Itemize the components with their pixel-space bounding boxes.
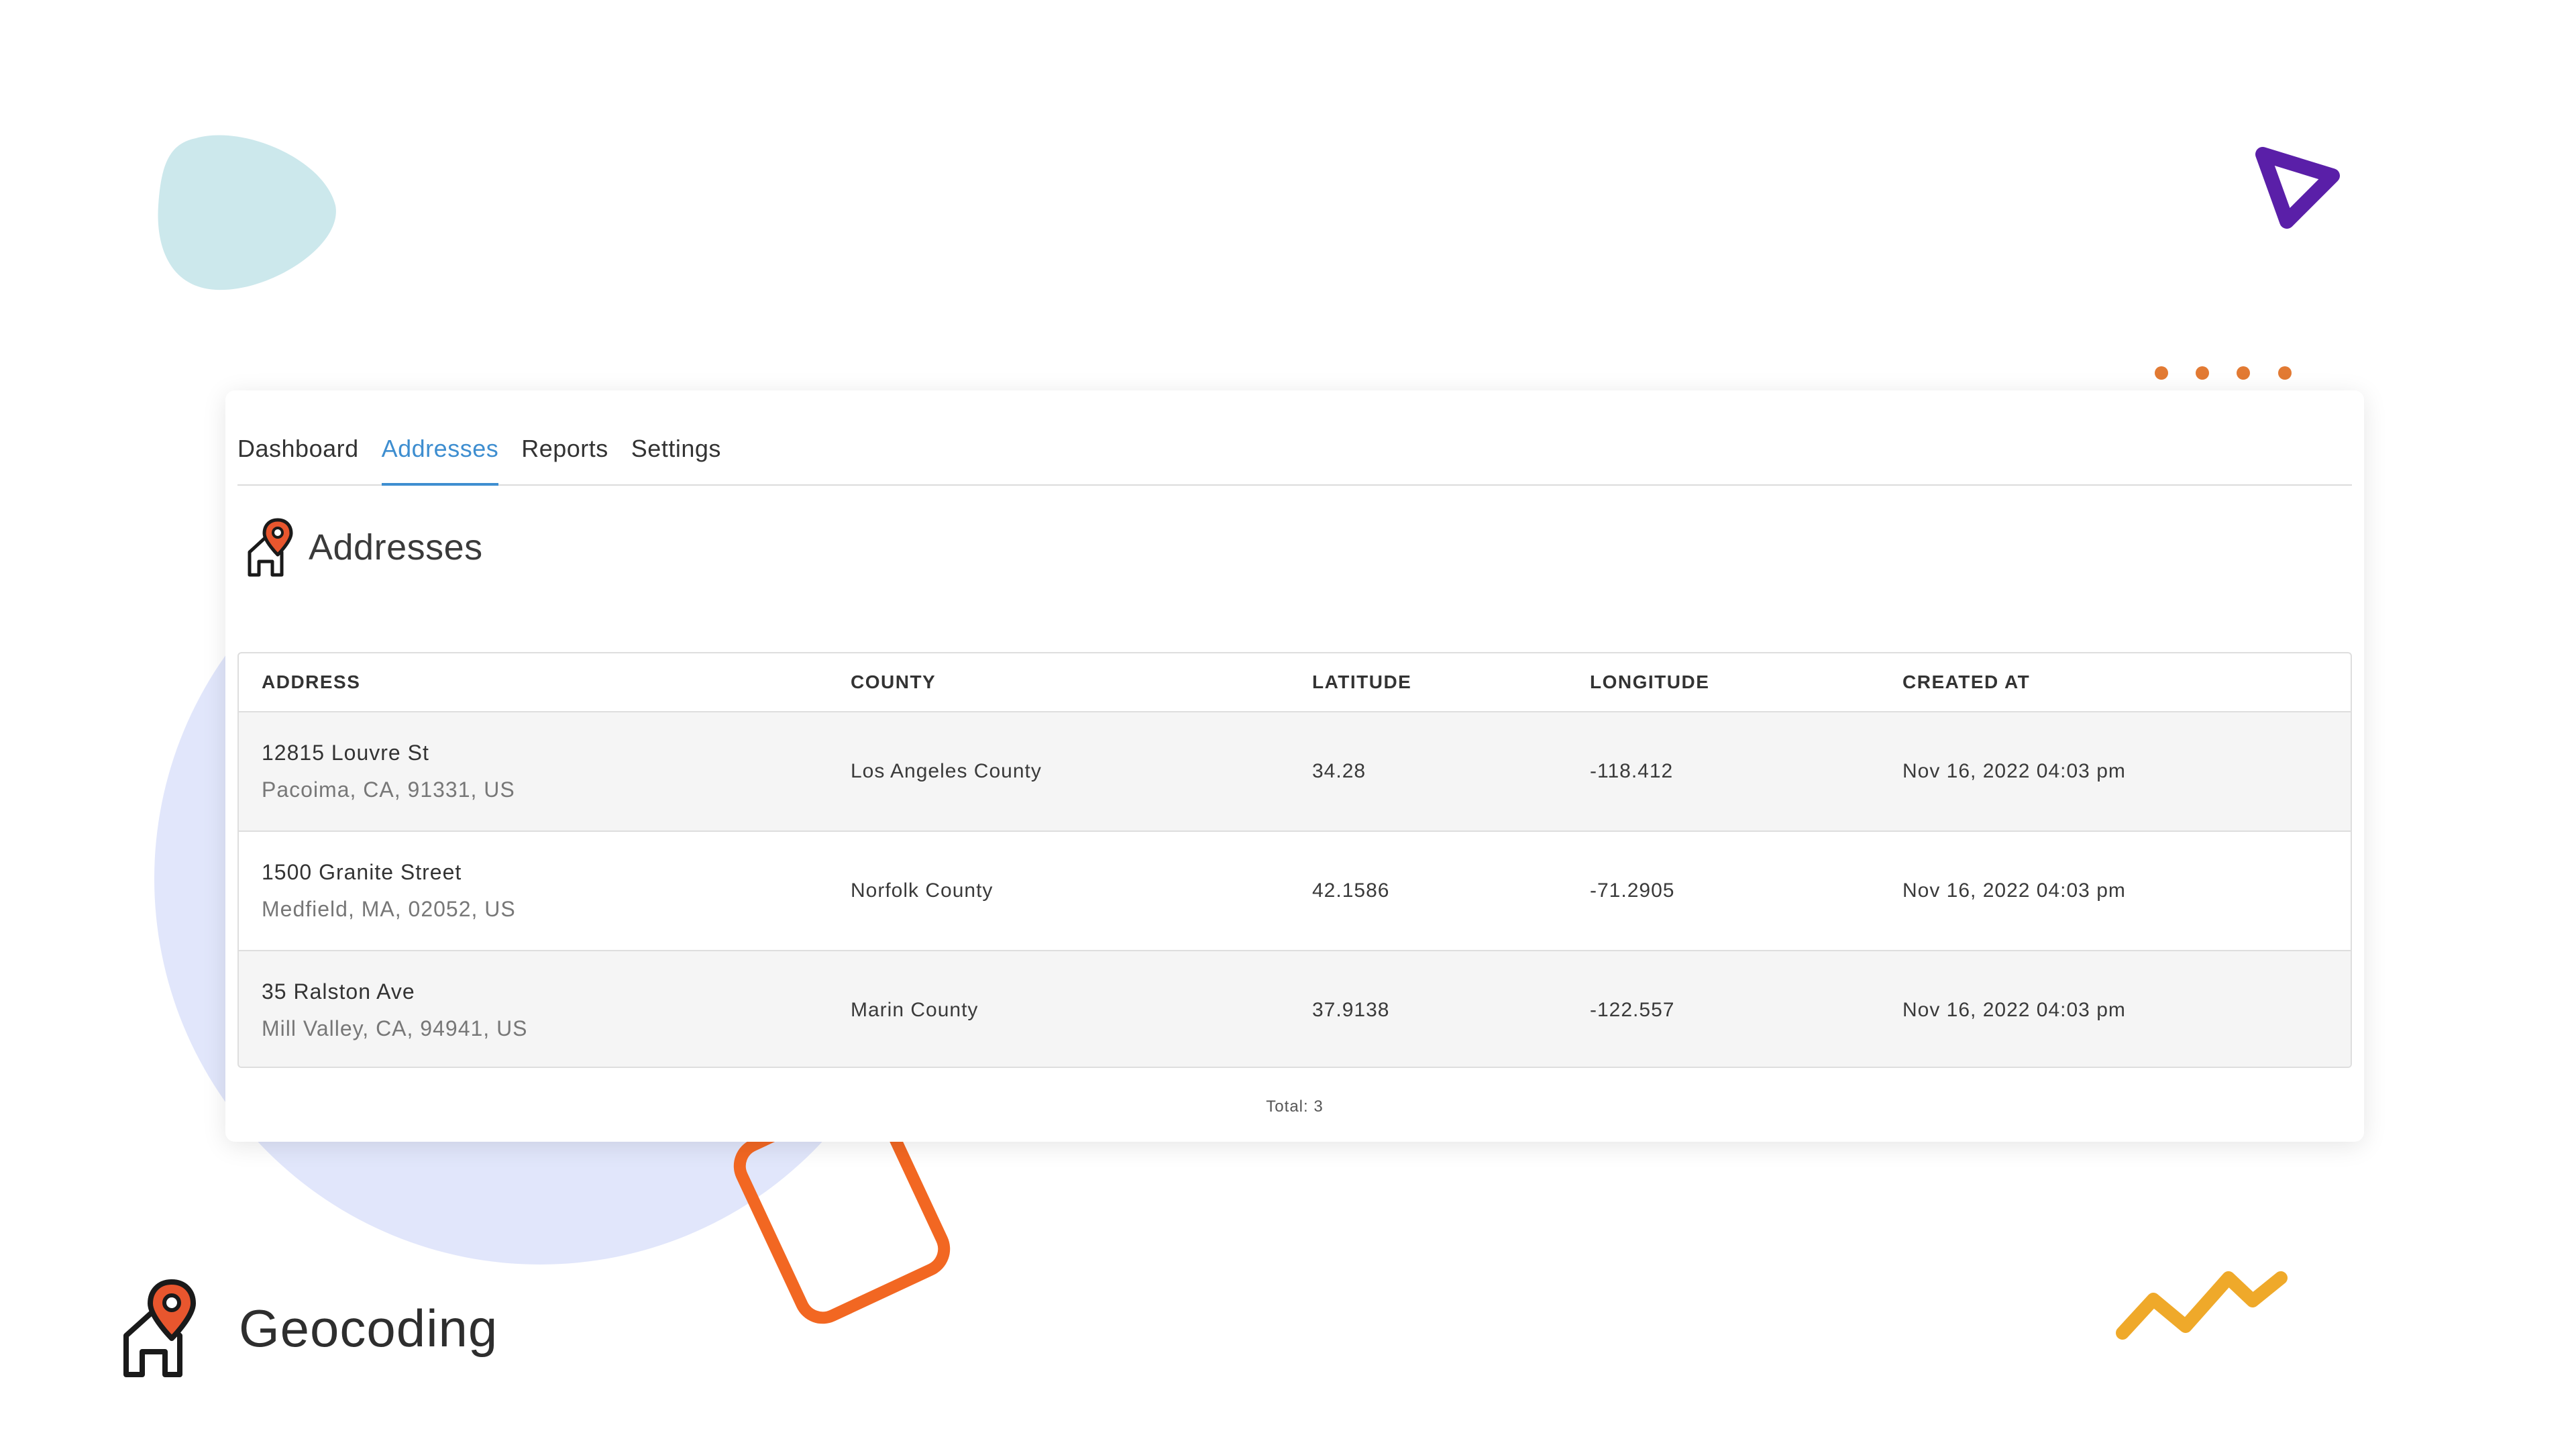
column-header-address[interactable]: ADDRESS [239,653,828,712]
cell-longitude: -71.2905 [1567,831,1880,951]
cell-latitude: 34.28 [1289,712,1567,832]
address-street: 35 Ralston Ave [262,979,415,1004]
cell-county: Marin County [828,951,1289,1067]
page-title: Addresses [309,527,483,568]
cell-latitude: 42.1586 [1289,831,1567,951]
address-locality: Mill Valley, CA, 94941, US [262,1016,528,1040]
cell-county: Los Angeles County [828,712,1289,832]
column-header-county[interactable]: COUNTY [828,653,1289,712]
cell-latitude: 37.9138 [1289,951,1567,1067]
tab-addresses[interactable]: Addresses [381,435,499,486]
cell-created-at: Nov 16, 2022 04:03 pm [1880,712,2351,832]
house-pin-icon [246,517,294,578]
cell-address: 35 Ralston Ave Mill Valley, CA, 94941, U… [239,951,828,1067]
teal-blob-decoration [158,135,336,290]
addresses-table: ADDRESS COUNTY LATITUDE LONGITUDE CREATE… [237,652,2352,1068]
address-street: 12815 Louvre St [262,741,429,765]
column-header-created-at[interactable]: CREATED AT [1880,653,2351,712]
address-locality: Pacoima, CA, 91331, US [262,777,515,802]
cell-county: Norfolk County [828,831,1289,951]
orange-dots-decoration [2155,366,2292,380]
address-street: 1500 Granite Street [262,860,462,884]
cell-created-at: Nov 16, 2022 04:03 pm [1880,951,2351,1067]
brand: Geocoding [121,1278,498,1379]
table-row[interactable]: 35 Ralston Ave Mill Valley, CA, 94941, U… [239,951,2351,1067]
purple-triangle-decoration [2255,147,2340,229]
table-header-row: ADDRESS COUNTY LATITUDE LONGITUDE CREATE… [239,653,2351,712]
column-header-latitude[interactable]: LATITUDE [1289,653,1567,712]
cell-longitude: -118.412 [1567,712,1880,832]
yellow-zigzag-decoration [2116,1271,2288,1340]
table-row[interactable]: 1500 Granite Street Medfield, MA, 02052,… [239,831,2351,951]
cell-address: 1500 Granite Street Medfield, MA, 02052,… [239,831,828,951]
nav-tabs: Dashboard Addresses Reports Settings [237,390,2352,486]
cell-longitude: -122.557 [1567,951,1880,1067]
tab-dashboard[interactable]: Dashboard [237,435,359,486]
column-header-longitude[interactable]: LONGITUDE [1567,653,1880,712]
page-header: Addresses [246,514,483,581]
table-total-count: Total: 3 [1266,1097,1324,1116]
tab-settings[interactable]: Settings [631,435,721,486]
address-locality: Medfield, MA, 02052, US [262,897,516,921]
house-pin-icon [121,1278,199,1379]
tab-reports[interactable]: Reports [521,435,608,486]
table-row[interactable]: 12815 Louvre St Pacoima, CA, 91331, US L… [239,712,2351,832]
brand-name: Geocoding [239,1298,498,1358]
addresses-card: Dashboard Addresses Reports Settings Add… [225,390,2364,1142]
cell-created-at: Nov 16, 2022 04:03 pm [1880,831,2351,951]
cell-address: 12815 Louvre St Pacoima, CA, 91331, US [239,712,828,832]
